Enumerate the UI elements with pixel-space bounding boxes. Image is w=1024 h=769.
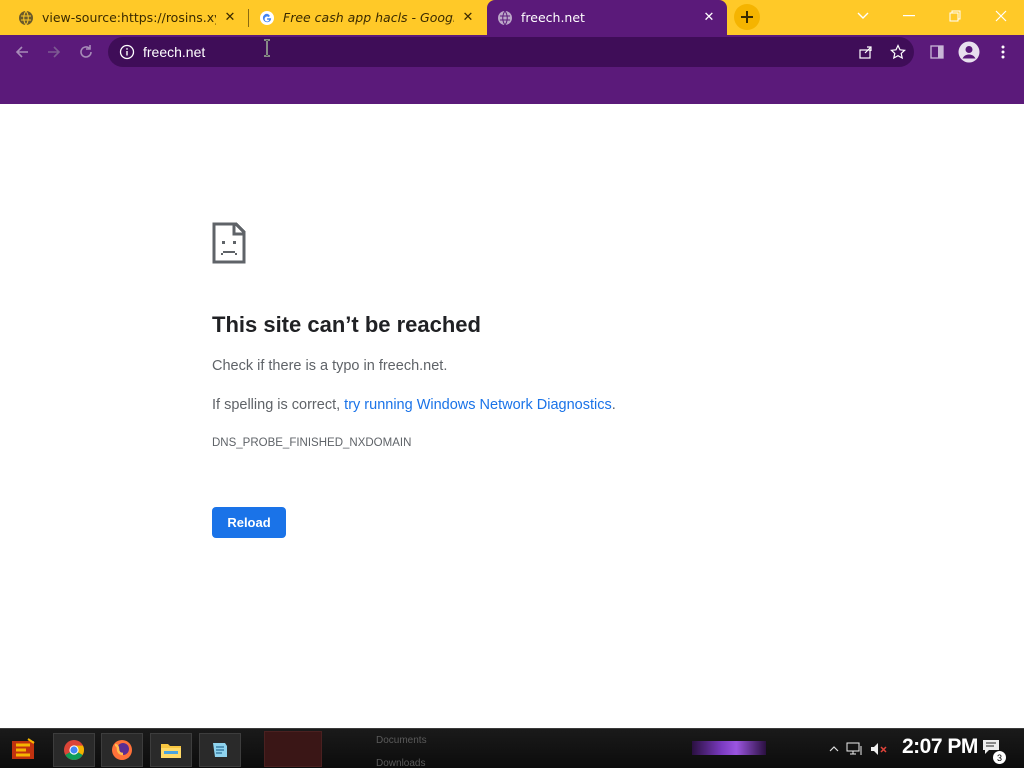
tab-google-search[interactable]: Free cash app hacls - Google Search ✕: [249, 0, 486, 35]
tab-title: freech.net: [521, 10, 585, 25]
plus-icon: [741, 11, 753, 23]
url-text[interactable]: freech.net: [143, 44, 205, 60]
side-panel-icon: [930, 45, 944, 59]
close-icon: [995, 10, 1007, 22]
text-cursor-icon: [264, 39, 270, 57]
error-code: DNS_PROBE_FINISHED_NXDOMAIN: [212, 437, 412, 449]
taskbar-file-explorer[interactable]: [150, 733, 192, 767]
share-icon: [859, 46, 872, 59]
chevron-down-icon: [857, 12, 869, 19]
forward-arrow-icon: [48, 46, 61, 58]
background-item-downloads: Downloads: [376, 758, 426, 769]
theme-band: [0, 69, 1024, 104]
close-tab-icon[interactable]: ✕: [222, 10, 238, 26]
action-center-button[interactable]: 3: [982, 739, 1006, 764]
file-explorer-icon: [161, 744, 181, 758]
sad-page-icon: [212, 222, 246, 264]
back-arrow-icon: [15, 46, 28, 58]
error-page: This site can’t be reached Check if ther…: [0, 104, 1024, 728]
reload-button[interactable]: Reload: [212, 507, 286, 538]
google-icon: [260, 10, 274, 25]
globe-icon: [19, 10, 33, 25]
tab-freech-net[interactable]: freech.net ✕: [487, 0, 727, 35]
tab-search-button[interactable]: [840, 0, 886, 32]
start-icon: [12, 738, 35, 759]
more-vert-icon: [1001, 45, 1005, 59]
show-hidden-icons-button[interactable]: [825, 741, 843, 757]
minimize-button[interactable]: [886, 0, 932, 32]
close-tab-icon[interactable]: ✕: [460, 10, 476, 26]
taskbar-decoration: [692, 741, 766, 755]
close-window-button[interactable]: [978, 0, 1024, 32]
avatar-icon: [958, 41, 980, 63]
start-button[interactable]: [4, 733, 44, 767]
taskbar-chrome[interactable]: [53, 733, 95, 767]
restore-button[interactable]: [932, 0, 978, 32]
diagnostics-hint: If spelling is correct, try running Wind…: [212, 397, 616, 413]
taskbar-clock[interactable]: 2:07 PM: [902, 735, 978, 759]
background-item-documents: Documents: [376, 735, 427, 746]
browser-toolbar: freech.net: [0, 35, 1024, 69]
taskbar-notepad[interactable]: [199, 733, 241, 767]
error-title: This site can’t be reached: [212, 312, 481, 337]
side-panel-button[interactable]: [924, 39, 950, 65]
profile-button[interactable]: [956, 39, 982, 65]
volume-tray-button[interactable]: [870, 741, 888, 757]
tab-title: view-source:https://rosins.xyz: [42, 10, 216, 25]
back-button[interactable]: [8, 38, 36, 66]
taskbar-firefox[interactable]: [101, 733, 143, 767]
network-icon: [846, 742, 862, 755]
tab-title: Free cash app hacls - Google Search: [283, 10, 454, 25]
restore-icon: [949, 10, 961, 22]
network-tray-button[interactable]: [846, 741, 864, 757]
tab-strip: view-source:https://rosins.xyz ✕ Free ca…: [0, 0, 1024, 35]
chevron-up-icon: [829, 746, 839, 752]
bookmark-button[interactable]: [885, 39, 911, 65]
address-bar[interactable]: freech.net: [108, 37, 914, 67]
share-button[interactable]: [853, 39, 879, 65]
new-tab-button[interactable]: [734, 4, 760, 30]
diagnostics-suffix: .: [611, 397, 616, 413]
tab-view-source[interactable]: view-source:https://rosins.xyz ✕: [8, 0, 248, 35]
background-window-thumb: [264, 731, 322, 767]
globe-icon: [498, 10, 512, 25]
notepad-icon: [213, 743, 227, 757]
refresh-icon: [80, 45, 92, 58]
star-icon: [890, 44, 906, 60]
taskbar: Documents Downloads 2:07 PM 3: [0, 728, 1024, 769]
minimize-icon: [903, 15, 915, 17]
chrome-icon: [64, 740, 85, 760]
info-icon[interactable]: [119, 44, 135, 60]
firefox-icon: [112, 740, 132, 760]
menu-button[interactable]: [990, 39, 1016, 65]
network-diagnostics-link[interactable]: try running Windows Network Diagnostics: [344, 397, 612, 413]
typo-hint: Check if there is a typo in freech.net.: [212, 358, 448, 374]
close-tab-icon[interactable]: ✕: [701, 10, 717, 26]
notification-count: 3: [993, 751, 1006, 764]
volume-muted-icon: [871, 743, 887, 755]
reload-toolbar-button[interactable]: [72, 38, 100, 66]
forward-button[interactable]: [40, 38, 68, 66]
diagnostics-prefix: If spelling is correct,: [212, 397, 345, 413]
